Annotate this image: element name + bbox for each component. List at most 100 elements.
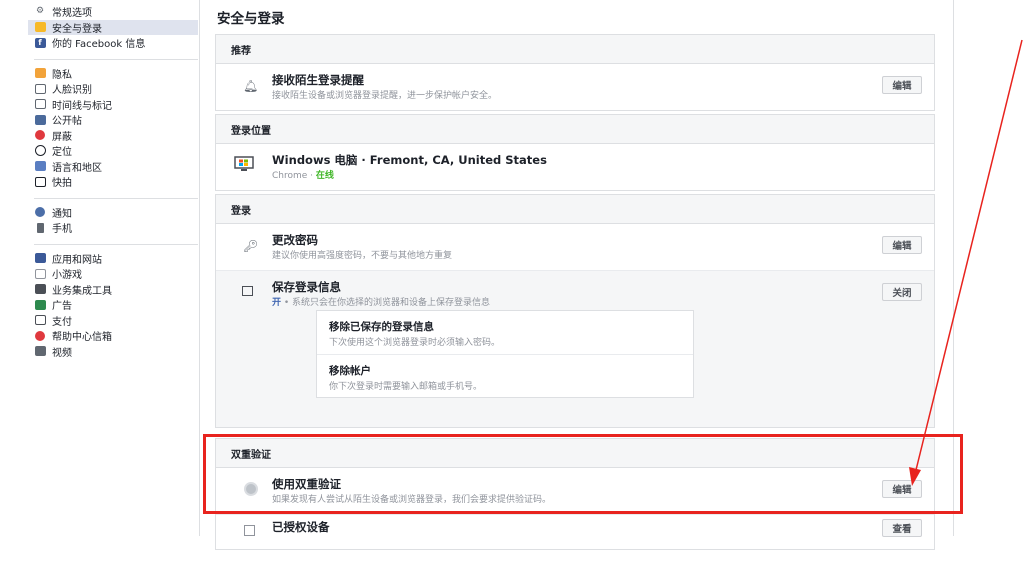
saved-login-options: 移除已保存的登录信息 下次使用这个浏览器登录时必须输入密码。 移除帐户 你下次登… bbox=[316, 310, 694, 398]
sidebar-item-label: 通知 bbox=[52, 208, 72, 220]
sidebar-item-business-integrations[interactable]: 业务集成工具 bbox=[28, 282, 198, 298]
sidebar-item-location[interactable]: 定位 bbox=[28, 143, 198, 159]
session-details: Chrome · 在线 bbox=[272, 168, 334, 181]
facebook-icon: f bbox=[34, 37, 46, 48]
stories-icon bbox=[34, 176, 46, 187]
sidebar-item-label: 视频 bbox=[52, 347, 72, 359]
view-button[interactable]: 查看 bbox=[882, 519, 922, 537]
apps-icon bbox=[34, 253, 46, 264]
option-title: 移除帐户 bbox=[329, 365, 371, 377]
gears-icon: ⚙ bbox=[35, 6, 45, 17]
remove-saved-login[interactable]: 移除已保存的登录信息 下次使用这个浏览器登录时必须输入密码。 bbox=[317, 311, 693, 354]
face-icon bbox=[34, 83, 46, 94]
sidebar-item-label: 隐私 bbox=[52, 69, 72, 81]
sidebar-item-support-inbox[interactable]: 帮助中心信箱 bbox=[28, 328, 198, 344]
edit-button[interactable]: 编辑 bbox=[882, 76, 922, 94]
language-icon bbox=[34, 161, 46, 172]
sidebar-item-notifications[interactable]: 通知 bbox=[28, 205, 198, 221]
row-authorized-devices: 已授权设备 查看 bbox=[216, 515, 934, 561]
key-icon: 🔑︎ bbox=[243, 239, 259, 253]
sidebar-item-privacy[interactable]: 隐私 bbox=[28, 66, 198, 82]
section-header: 登录位置 bbox=[216, 115, 934, 144]
sidebar-item-label: 小游戏 bbox=[52, 270, 82, 282]
row-title: 保存登录信息 bbox=[272, 280, 341, 294]
timeline-icon bbox=[34, 99, 46, 110]
row-description: 建议你使用高强度密码，不要与其他地方重复 bbox=[272, 251, 453, 261]
sidebar-item-label: 广告 bbox=[52, 301, 72, 313]
sidebar-item-label: 你的 Facebook 信息 bbox=[52, 39, 146, 51]
sidebar-item-label: 屏蔽 bbox=[52, 131, 72, 143]
sidebar-item-label: 帮助中心信箱 bbox=[52, 332, 112, 344]
sidebar-item-label: 公开帖 bbox=[52, 116, 82, 128]
phone-icon bbox=[34, 222, 46, 233]
sidebar-group-privacy: 隐私 人脸识别 时间线与标记 公开帖 屏蔽 定位 语言和地区 快拍 bbox=[28, 66, 198, 190]
help-icon bbox=[34, 330, 46, 341]
sidebar-item-blocking[interactable]: 屏蔽 bbox=[28, 128, 198, 144]
save-login-icon bbox=[242, 285, 253, 299]
games-icon bbox=[34, 268, 46, 279]
sidebar-item-label: 语言和地区 bbox=[52, 162, 102, 174]
business-icon bbox=[34, 284, 46, 295]
sidebar-item-apps[interactable]: 应用和网站 bbox=[28, 251, 198, 267]
sidebar-item-your-info[interactable]: f 你的 Facebook 信息 bbox=[28, 35, 198, 51]
row-title: 更改密码 bbox=[272, 233, 318, 247]
sidebar-item-label: 业务集成工具 bbox=[52, 285, 112, 297]
sidebar-item-ads[interactable]: 广告 bbox=[28, 297, 198, 313]
payment-icon bbox=[34, 315, 46, 326]
sidebar-item-label: 快拍 bbox=[52, 178, 72, 190]
sidebar-item-label: 定位 bbox=[52, 147, 72, 159]
block-icon bbox=[34, 130, 46, 141]
row-title: 已授权设备 bbox=[272, 520, 330, 534]
sidebar-item-face-recognition[interactable]: 人脸识别 bbox=[28, 81, 198, 97]
lock-icon bbox=[34, 68, 46, 79]
sidebar-group-apps: 应用和网站 小游戏 业务集成工具 广告 支付 帮助中心信箱 视频 bbox=[28, 251, 198, 360]
edit-button[interactable]: 编辑 bbox=[882, 236, 922, 254]
state-on: 开 bbox=[272, 298, 282, 308]
sidebar-item-label: 支付 bbox=[52, 316, 72, 328]
sidebar-item-payments[interactable]: 支付 bbox=[28, 313, 198, 329]
page-title: 安全与登录 bbox=[217, 11, 285, 27]
settings-sidebar: ⚙ 常规选项 安全与登录 f 你的 Facebook 信息 隐私 人脸识别 时间… bbox=[28, 4, 198, 367]
device-icon bbox=[244, 525, 255, 539]
device-name: Windows 电脑 · Fremont, CA, United States bbox=[272, 153, 547, 167]
sidebar-item-stories[interactable]: 快拍 bbox=[28, 174, 198, 190]
turn-off-button[interactable]: 关闭 bbox=[882, 283, 922, 301]
sidebar-item-label: 时间线与标记 bbox=[52, 100, 112, 112]
row-description: 接收陌生设备或浏览器登录提醒，进一步保护帐户安全。 bbox=[272, 91, 498, 101]
row-session[interactable]: Windows 电脑 · Fremont, CA, United States … bbox=[216, 144, 934, 190]
desktop-icon bbox=[234, 156, 254, 175]
sidebar-item-label: 人脸识别 bbox=[52, 85, 92, 97]
sidebar-item-public-posts[interactable]: 公开帖 bbox=[28, 112, 198, 128]
public-post-icon bbox=[34, 114, 46, 125]
option-description: 你下次登录时需要输入邮箱或手机号。 bbox=[329, 382, 483, 392]
ads-icon bbox=[34, 299, 46, 310]
row-description: 开 • 系统只会在你选择的浏览器和设备上保存登录信息 bbox=[272, 295, 490, 308]
option-description: 下次使用这个浏览器登录时必须输入密码。 bbox=[329, 338, 501, 348]
sidebar-item-label: 安全与登录 bbox=[52, 23, 102, 35]
remove-account[interactable]: 移除帐户 你下次登录时需要输入邮箱或手机号。 bbox=[317, 354, 693, 398]
sidebar-item-mobile[interactable]: 手机 bbox=[28, 220, 198, 236]
sidebar-item-label: 手机 bbox=[52, 224, 72, 236]
sidebar-group-notifications: 通知 手机 bbox=[28, 205, 198, 236]
sidebar-item-general[interactable]: ⚙ 常规选项 bbox=[28, 4, 198, 20]
sidebar-divider bbox=[34, 58, 198, 60]
annotation-highlight-box bbox=[203, 434, 963, 514]
section-header: 登录 bbox=[216, 195, 934, 224]
sidebar-item-videos[interactable]: 视频 bbox=[28, 344, 198, 360]
option-title: 移除已保存的登录信息 bbox=[329, 321, 434, 333]
sidebar-item-games[interactable]: 小游戏 bbox=[28, 266, 198, 282]
sidebar-item-security[interactable]: 安全与登录 bbox=[28, 19, 198, 35]
row-login-alerts: 🔔︎ 接收陌生登录提醒 接收陌生设备或浏览器登录提醒，进一步保护帐户安全。 编辑 bbox=[216, 64, 934, 110]
sidebar-item-timeline[interactable]: 时间线与标记 bbox=[28, 97, 198, 113]
save-login-desc: • 系统只会在你选择的浏览器和设备上保存登录信息 bbox=[281, 298, 491, 308]
browser-name: Chrome · bbox=[272, 171, 316, 181]
sidebar-item-label: 应用和网站 bbox=[52, 254, 102, 266]
row-change-password: 🔑︎ 更改密码 建议你使用高强度密码，不要与其他地方重复 编辑 bbox=[216, 224, 934, 271]
section-header: 推荐 bbox=[216, 35, 934, 64]
online-status: 在线 bbox=[315, 171, 334, 181]
sidebar-item-language[interactable]: 语言和地区 bbox=[28, 159, 198, 175]
globe-icon bbox=[34, 207, 46, 218]
video-icon bbox=[34, 346, 46, 357]
section-where-logged-in: 登录位置 Windows 电脑 · Fremont, CA, United St… bbox=[215, 114, 935, 191]
bell-icon: 🔔︎ bbox=[243, 79, 259, 93]
